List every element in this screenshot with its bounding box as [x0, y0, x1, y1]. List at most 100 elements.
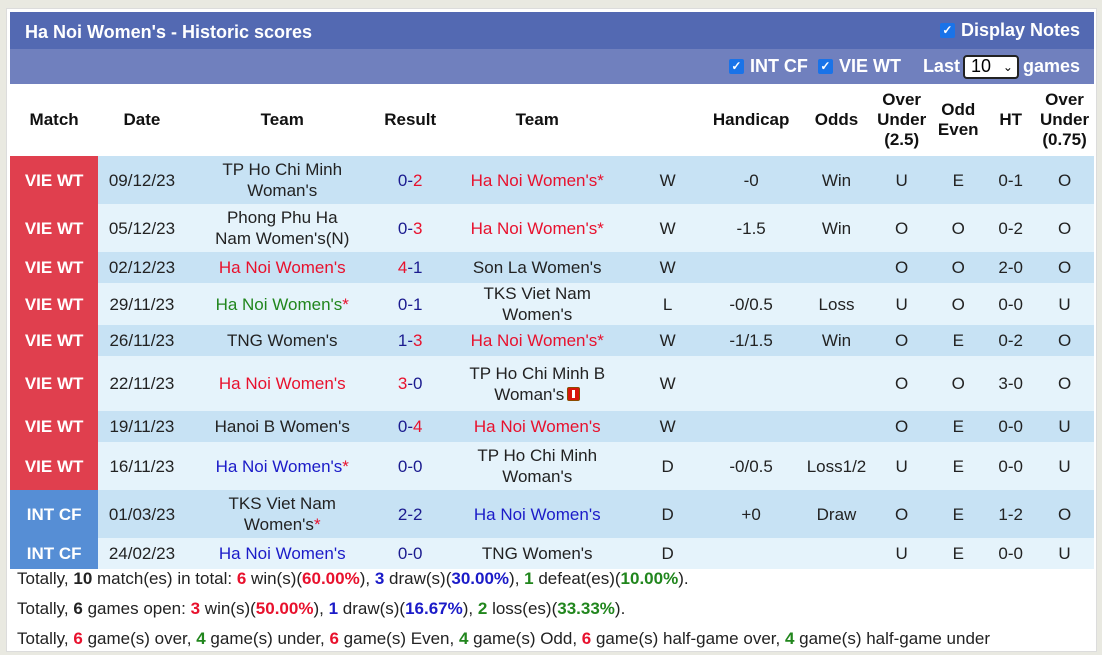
away-team-name[interactable]: TP Ho Chi Minh B Woman's: [469, 364, 605, 404]
home-team[interactable]: Ha Noi Women's: [185, 252, 379, 283]
league-badge[interactable]: VIE WT: [10, 356, 99, 411]
league-badge[interactable]: VIE WT: [10, 252, 99, 283]
away-team-name[interactable]: Ha Noi Women's: [471, 171, 598, 190]
home-team-name[interactable]: TNG Women's: [227, 331, 338, 350]
match-result[interactable]: 1-3: [378, 325, 442, 356]
home-team-name[interactable]: Ha Noi Women's: [219, 374, 346, 393]
home-team-name[interactable]: Ha Noi Women's: [216, 457, 343, 476]
odd-even: E: [930, 325, 987, 356]
away-team-name[interactable]: TKS Viet Nam Women's: [484, 284, 591, 324]
away-team-name[interactable]: Ha Noi Women's: [471, 219, 598, 238]
league-badge[interactable]: INT CF: [10, 490, 99, 538]
league-badge[interactable]: VIE WT: [10, 156, 99, 204]
away-team-name[interactable]: Son La Women's: [473, 258, 602, 277]
int-cf-checkbox[interactable]: ✓: [728, 59, 744, 74]
win-loss: W: [632, 325, 703, 356]
away-score: 3: [413, 218, 423, 238]
away-team[interactable]: TP Ho Chi Minh Woman's: [441, 442, 633, 490]
home-team[interactable]: Phong Phu Ha Nam Women's(N): [185, 204, 379, 252]
over-under: U: [873, 283, 931, 325]
table-row: VIE WT 22/11/23 Ha Noi Women's 3-0 TP Ho Chi…: [10, 356, 1094, 411]
filter-int-cf[interactable]: ✓ INT CF: [728, 56, 808, 77]
away-team-name[interactable]: TNG Women's: [482, 544, 593, 563]
home-team-name[interactable]: Phong Phu Ha Nam Women's(N): [215, 208, 349, 248]
away-team[interactable]: Ha Noi Women's: [441, 411, 633, 442]
away-score: 3: [413, 331, 423, 350]
win-loss: D: [632, 490, 703, 538]
table-header: Match Date Team Result Team Handicap Odd…: [10, 84, 1094, 156]
filter-vie-wt[interactable]: ✓ VIE WT: [817, 56, 901, 77]
favorite-marker: *: [597, 218, 604, 238]
home-team-name[interactable]: Ha Noi Women's: [219, 258, 346, 277]
over-under-ht: O: [1035, 490, 1094, 538]
home-team[interactable]: TNG Women's: [185, 325, 379, 356]
home-team[interactable]: Ha Noi Women's: [185, 356, 379, 411]
away-team-name[interactable]: Ha Noi Women's: [474, 505, 601, 524]
away-team[interactable]: Ha Noi Women's: [441, 490, 633, 538]
home-team-name[interactable]: Hanoi B Women's: [215, 417, 350, 436]
favorite-marker: *: [597, 331, 604, 350]
away-score: 4: [413, 417, 423, 436]
away-team-name[interactable]: Ha Noi Women's: [471, 331, 598, 350]
col-over-under: Over Under (2.5): [873, 84, 931, 156]
over-under: U: [873, 156, 931, 204]
home-team[interactable]: Ha Noi Women's*: [185, 283, 379, 325]
match-result[interactable]: 0-4: [378, 411, 442, 442]
away-team-name[interactable]: Ha Noi Women's: [474, 417, 601, 436]
col-result: Result: [378, 84, 442, 156]
over-under-ht: O: [1035, 325, 1094, 356]
home-team[interactable]: Hanoi B Women's: [185, 411, 379, 442]
match-result[interactable]: 0-3: [378, 204, 442, 252]
vie-wt-checkbox[interactable]: ✓: [817, 59, 833, 74]
league-badge[interactable]: VIE WT: [10, 442, 99, 490]
last-games-select[interactable]: 10 ⌄: [962, 54, 1019, 79]
display-notes-toggle[interactable]: ✓ Display Notes: [939, 20, 1080, 41]
display-notes-checkbox[interactable]: ✓: [939, 23, 955, 38]
match-date: 09/12/23: [98, 156, 186, 204]
match-date: 22/11/23: [98, 356, 186, 411]
home-team[interactable]: Ha Noi Women's*: [185, 442, 379, 490]
home-score: 0: [397, 456, 408, 476]
away-team-name[interactable]: TP Ho Chi Minh Woman's: [477, 446, 597, 486]
away-score: 0: [413, 374, 423, 393]
table-row: INT CF 01/03/23 TKS Viet Nam Women's* 2-2 Ha…: [10, 490, 1094, 538]
last-label: Last: [922, 56, 960, 76]
favorite-marker: *: [342, 456, 349, 476]
last-games-value: 10: [970, 56, 991, 76]
col-handicap: Handicap: [702, 84, 800, 156]
league-badge[interactable]: VIE WT: [10, 411, 99, 442]
away-team[interactable]: Ha Noi Women's*: [441, 156, 633, 204]
scores-table: Match Date Team Result Team Handicap Odd…: [10, 84, 1094, 569]
match-result[interactable]: 4-1: [378, 252, 442, 283]
match-result[interactable]: 0-2: [378, 156, 442, 204]
away-team[interactable]: Ha Noi Women's*: [441, 325, 633, 356]
away-score: 0: [413, 544, 423, 563]
match-result[interactable]: 0-1: [378, 283, 442, 325]
away-team[interactable]: TKS Viet Nam Women's: [441, 283, 633, 325]
odds-result: Win: [799, 156, 874, 204]
home-team[interactable]: TKS Viet Nam Women's*: [185, 490, 379, 538]
away-team[interactable]: Ha Noi Women's*: [441, 204, 633, 252]
win-loss: W: [632, 411, 703, 442]
win-loss: D: [632, 442, 703, 490]
home-team[interactable]: TP Ho Chi Minh Woman's: [185, 156, 379, 204]
over-under-ht: U: [1035, 442, 1094, 490]
home-team-name[interactable]: Ha Noi Women's: [219, 544, 346, 563]
match-result[interactable]: 2-2: [378, 490, 442, 538]
filter-bar: ✓ INT CF ✓ VIE WT Last 10 ⌄ games: [10, 49, 1094, 84]
league-badge[interactable]: VIE WT: [10, 283, 99, 325]
match-result[interactable]: 0-0: [378, 442, 442, 490]
league-badge[interactable]: VIE WT: [10, 325, 99, 356]
odd-even: O: [930, 204, 987, 252]
home-score: 0: [397, 170, 408, 190]
home-team-name[interactable]: TP Ho Chi Minh Woman's: [222, 160, 342, 200]
league-badge[interactable]: VIE WT: [10, 204, 99, 252]
match-result[interactable]: 3-0: [378, 356, 442, 411]
home-team-name[interactable]: Ha Noi Women's: [216, 295, 343, 314]
away-team[interactable]: TP Ho Chi Minh B Woman's: [441, 356, 633, 411]
handicap: [702, 252, 800, 283]
win-loss: W: [632, 356, 703, 411]
col-home-team: Team: [185, 84, 379, 156]
away-team[interactable]: Son La Women's: [441, 252, 633, 283]
summary-line-handicap: Totally, 6 games open: 3 win(s)(50.00%),…: [17, 599, 626, 618]
